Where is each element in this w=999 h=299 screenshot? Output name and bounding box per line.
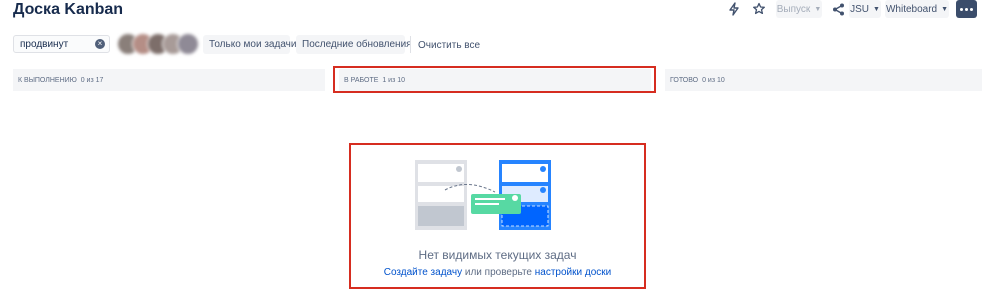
column-name: К выполнению <box>18 77 77 84</box>
page-title: Доска Kanban <box>13 1 124 18</box>
star-icon[interactable] <box>751 1 767 17</box>
column-header-todo: К выполнению 0 из 17 <box>13 69 325 91</box>
whiteboard-label: Whiteboard <box>885 3 938 15</box>
share-icon[interactable] <box>830 1 846 17</box>
chevron-down-icon: ▼ <box>872 5 880 13</box>
recently-updated-button[interactable]: Последние обновления <box>296 35 412 54</box>
column-count: 0 из 10 <box>702 77 725 84</box>
release-label: Выпуск <box>776 3 811 15</box>
clear-all-link[interactable]: Очистить все <box>418 40 480 51</box>
column-count: 0 из 17 <box>80 77 104 84</box>
only-my-issues-button[interactable]: Только мои задачи <box>203 35 296 54</box>
highlight-box-column <box>333 66 656 93</box>
project-label: JSU <box>850 3 869 15</box>
chevron-down-icon: ▼ <box>941 5 949 13</box>
release-button[interactable]: Выпуск ▼ <box>776 0 822 18</box>
dot <box>970 7 973 11</box>
clear-search-icon[interactable]: × <box>95 39 105 49</box>
project-filter-button[interactable]: JSU ▼ <box>849 0 881 18</box>
whiteboard-button[interactable]: Whiteboard ▼ <box>885 0 949 18</box>
column-header-done: Готово 0 из 10 <box>665 69 982 91</box>
avatar[interactable] <box>177 33 199 55</box>
automation-lightning-icon[interactable] <box>726 1 742 17</box>
dot <box>965 7 968 11</box>
column-name: Готово <box>670 77 699 84</box>
dot <box>960 7 963 11</box>
more-actions-button[interactable] <box>956 0 977 18</box>
divider <box>410 36 411 53</box>
highlight-box-empty-state <box>349 143 646 289</box>
avatar-group[interactable] <box>117 33 201 55</box>
chevron-down-icon: ▼ <box>814 5 822 13</box>
